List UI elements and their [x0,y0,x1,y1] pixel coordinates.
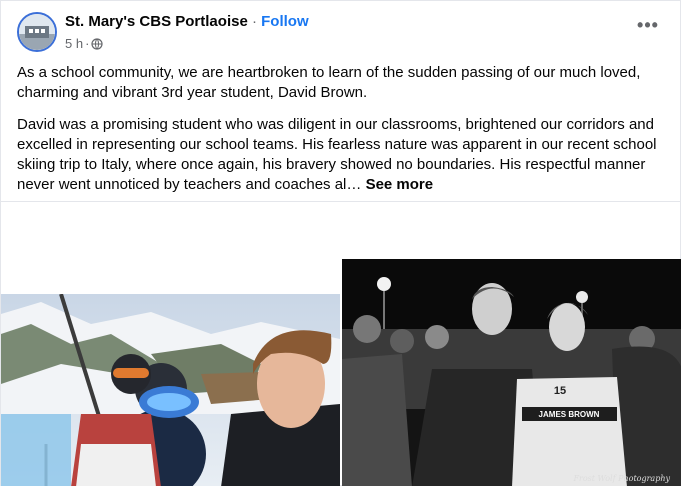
photo-gallery: JAMES BROWN 15 Frost Wolf Photography [1,259,681,486]
ski-selfie-image [1,294,340,486]
post-paragraph-2: David was a promising student who was di… [17,115,662,195]
post-title-line: St. Mary's CBS Portlaoise · Follow [65,13,309,30]
meta-separator: · [85,36,90,51]
team-portrait-image: JAMES BROWN 15 [342,259,681,486]
facebook-post: St. Mary's CBS Portlaoise · Follow 5 h ·… [0,0,681,486]
page-name-link[interactable]: St. Mary's CBS Portlaoise [65,13,248,30]
page-avatar[interactable] [17,12,57,52]
more-horizontal-icon: ••• [637,15,659,35]
post-timestamp[interactable]: 5 h [65,36,83,51]
photo-watermark: Frost Wolf Photography [573,474,670,483]
more-options-button[interactable]: ••• [634,15,662,40]
post-paragraph-2-text: David was a promising student who was di… [17,116,657,193]
jersey-number: 15 [554,385,566,397]
globe-icon [91,37,104,50]
post-text: As a school community, we are heartbroke… [17,63,662,207]
follow-button[interactable]: Follow [261,13,309,30]
post-header: St. Mary's CBS Portlaoise · Follow 5 h ·… [17,12,664,56]
divider [1,201,681,202]
see-more-button[interactable]: See more [366,176,434,193]
photo-ski-lift-selfie[interactable] [1,294,340,486]
photo-team-portrait[interactable]: JAMES BROWN 15 Frost Wolf Photography [342,259,681,486]
title-separator: · [247,13,262,30]
post-meta: 5 h · [65,36,104,51]
school-logo-icon [19,14,55,50]
jersey-text: JAMES BROWN [539,410,600,419]
post-paragraph-1: As a school community, we are heartbroke… [17,64,641,101]
